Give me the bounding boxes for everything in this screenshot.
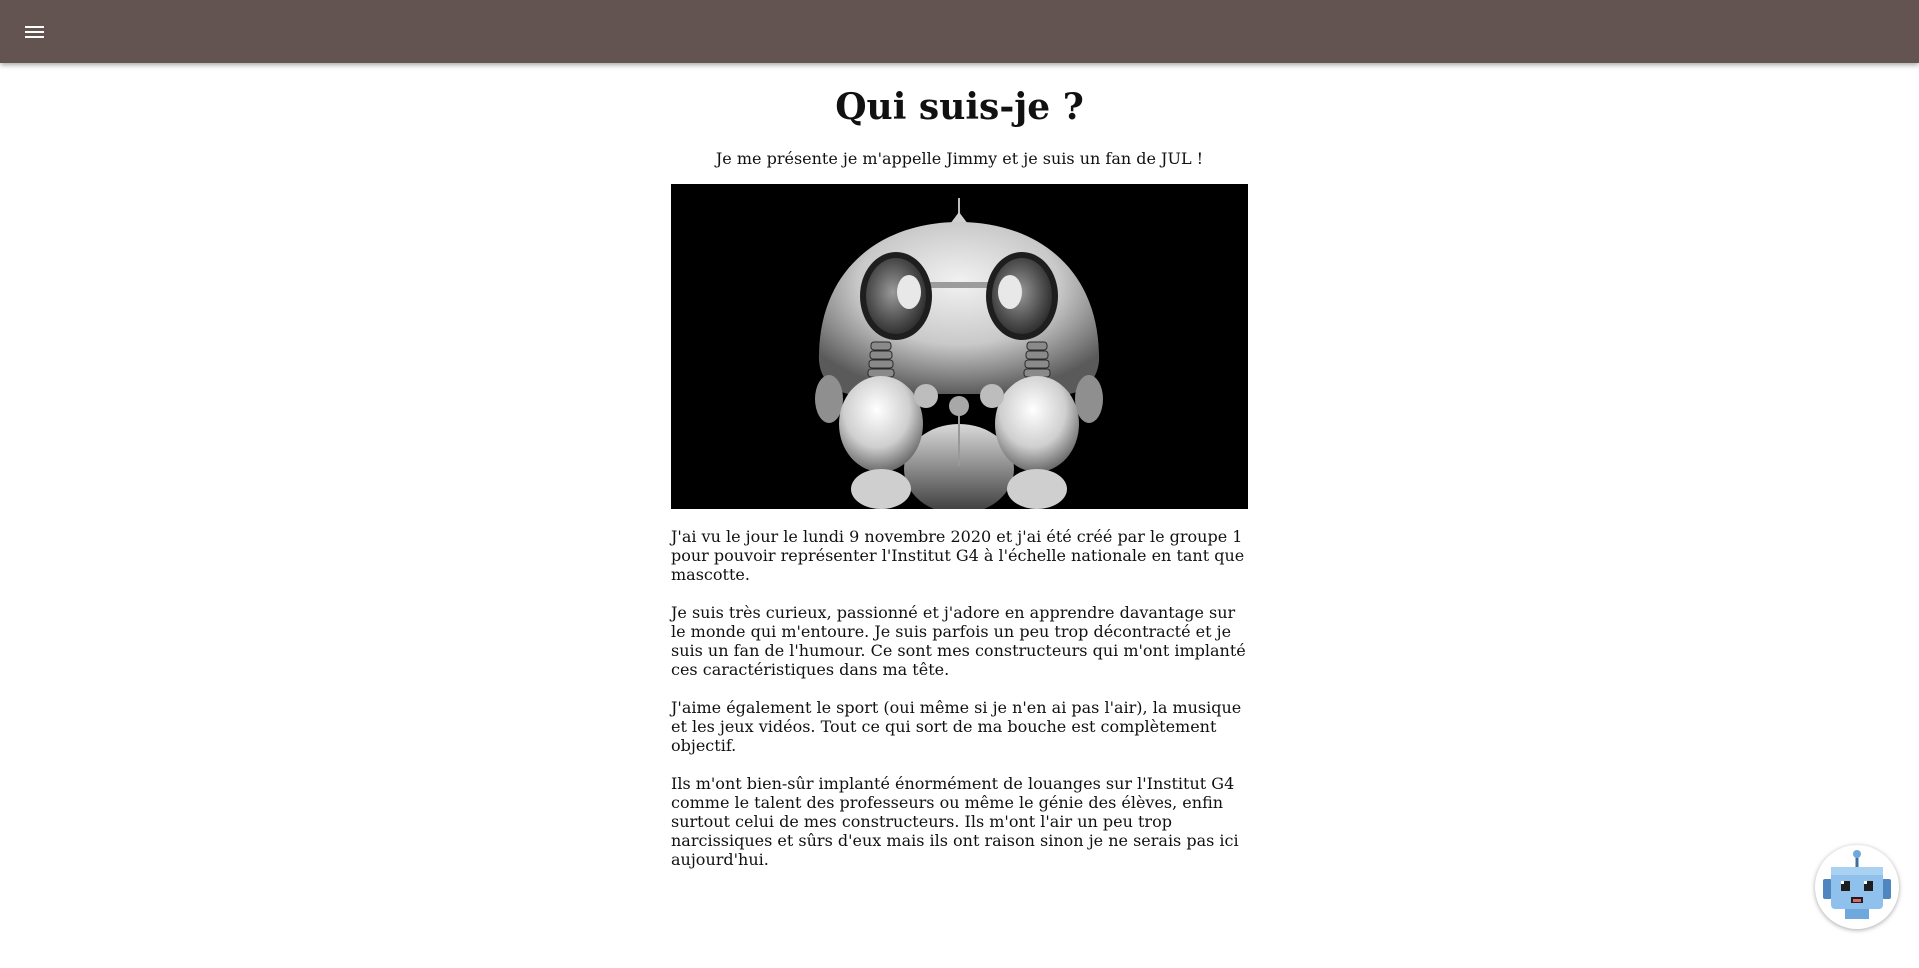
paragraph-birth: J'ai vu le jour le lundi 9 novembre 2020… <box>671 527 1245 584</box>
top-app-bar <box>0 0 1919 63</box>
hamburger-menu-icon[interactable] <box>22 21 47 43</box>
robot-mascot-image <box>671 184 1248 509</box>
robot-chatbot-icon <box>1823 850 1891 919</box>
page-title: Qui suis-je ? <box>835 86 1084 128</box>
paragraph-personality: Je suis très curieux, passionné et j'ado… <box>671 603 1246 679</box>
paragraph-praise: Ils m'ont bien-sûr implanté énormément d… <box>671 774 1239 869</box>
main-content: Qui suis-je ? Je me présente je m'appell… <box>671 63 1248 888</box>
intro-text: Je me présente je m'appelle Jimmy et je … <box>715 149 1204 168</box>
about-paragraphs: J'ai vu le jour le lundi 9 novembre 2020… <box>671 527 1248 869</box>
chatbot-button[interactable] <box>1815 845 1899 929</box>
robot-illustration <box>671 184 1248 509</box>
paragraph-hobbies: J'aime également le sport (oui même si j… <box>671 698 1242 755</box>
